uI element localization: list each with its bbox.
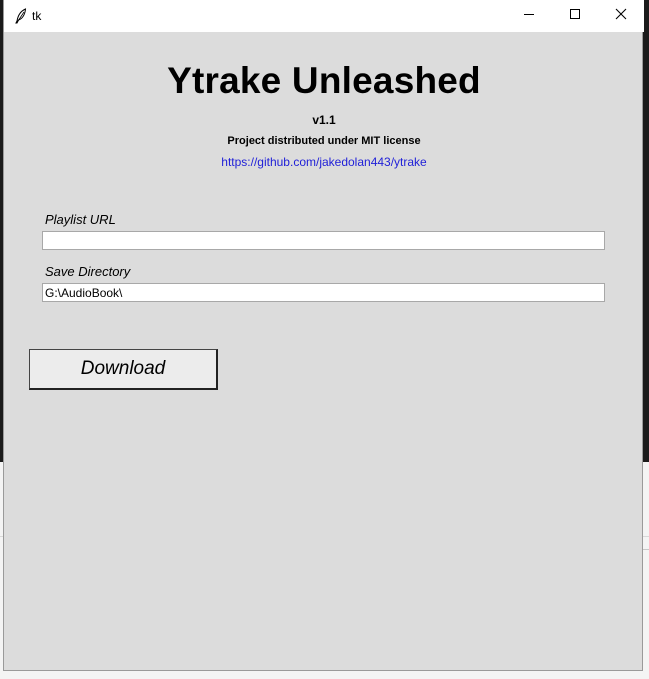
window-title: tk: [32, 9, 42, 23]
playlist-url-label: Playlist URL: [45, 212, 116, 227]
background-divider-small: [643, 549, 649, 550]
title-bar[interactable]: tk: [4, 0, 644, 32]
maximize-icon: [569, 7, 581, 25]
close-icon: [615, 7, 627, 25]
download-button[interactable]: Download: [29, 349, 218, 390]
save-directory-input[interactable]: [42, 283, 605, 302]
feather-icon: [14, 8, 28, 24]
license-text: Project distributed under MIT license: [227, 135, 421, 147]
maximize-button[interactable]: [552, 0, 598, 32]
minimize-button[interactable]: [506, 0, 552, 32]
save-directory-label: Save Directory: [45, 264, 131, 279]
app-title: Ytrake Unleashed: [167, 60, 481, 101]
minimize-icon: [523, 7, 535, 25]
app-window: tk Ytrake Unleashed v1.1 Project distrib…: [3, 0, 644, 671]
close-button[interactable]: [598, 0, 644, 32]
github-link[interactable]: https://github.com/jakedolan443/ytrake: [4, 155, 644, 169]
app-version: v1.1: [312, 113, 336, 127]
playlist-url-input[interactable]: [42, 231, 605, 250]
